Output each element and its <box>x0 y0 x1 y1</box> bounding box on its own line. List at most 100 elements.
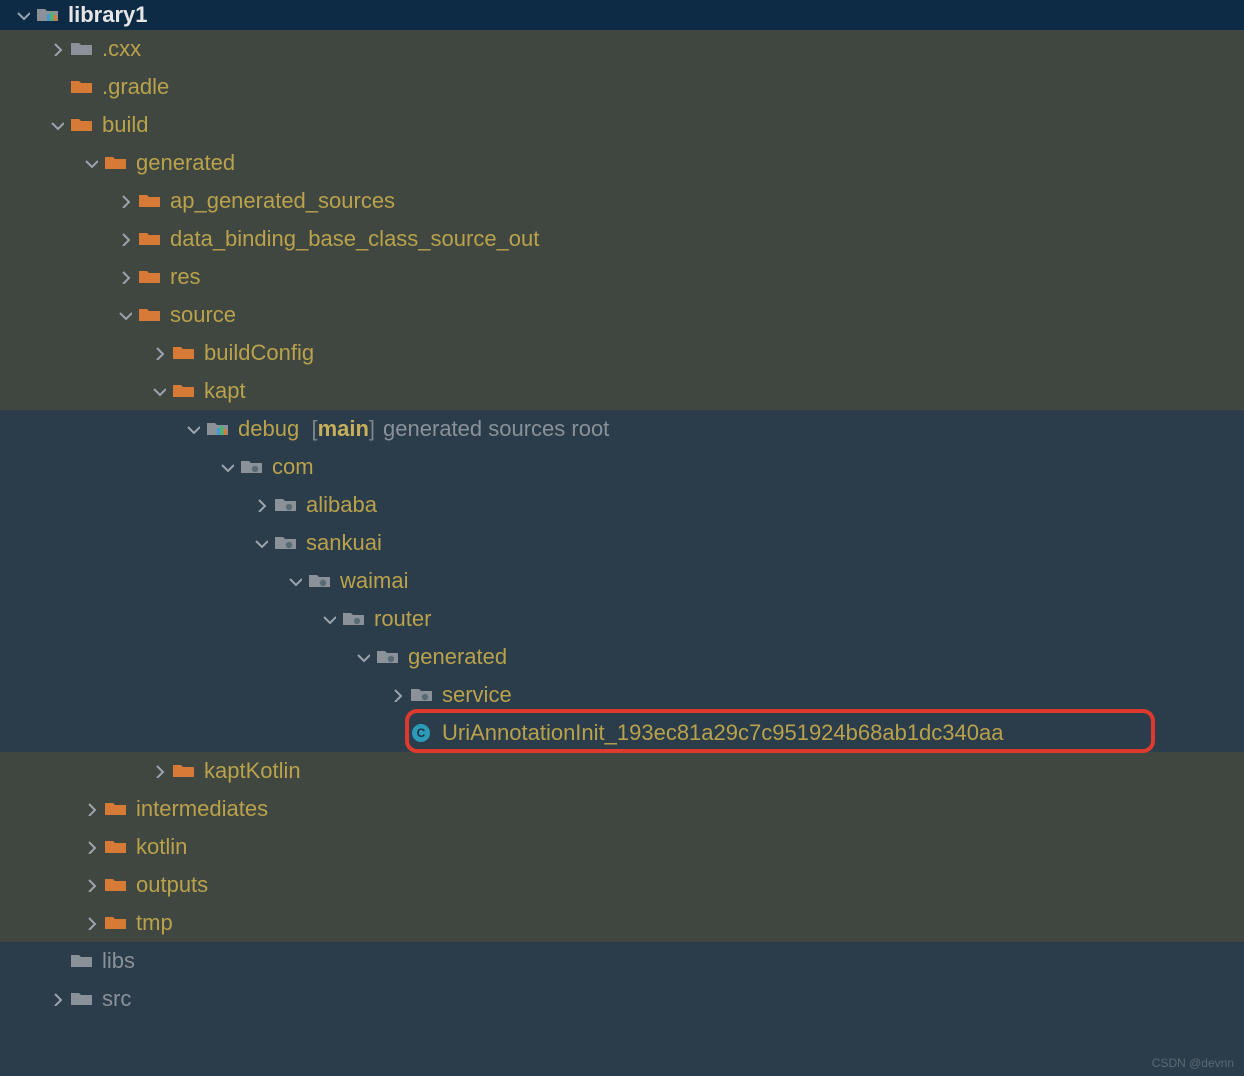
folder-label: outputs <box>136 866 208 904</box>
folder-icon <box>70 77 94 97</box>
tree-row[interactable]: build <box>0 106 1244 144</box>
tree-row[interactable]: generated <box>0 144 1244 182</box>
sources-root-suffix: generated sources root <box>383 416 609 442</box>
chevron-down-icon[interactable] <box>14 6 32 24</box>
sourceset-main: main <box>318 416 369 441</box>
chevron-right-icon[interactable] <box>48 40 66 58</box>
folder-icon <box>104 153 128 173</box>
package-icon <box>376 647 400 667</box>
chevron-right-icon[interactable] <box>82 838 100 856</box>
tree-row[interactable]: kapt <box>0 372 1244 410</box>
package-label: com <box>272 448 314 486</box>
chevron-down-icon[interactable] <box>116 306 134 324</box>
folder-label: debug [main] <box>238 410 375 448</box>
folder-label: .cxx <box>102 30 141 68</box>
chevron-right-icon[interactable] <box>252 496 270 514</box>
chevron-right-icon[interactable] <box>388 686 406 704</box>
folder-icon <box>70 951 94 971</box>
chevron-down-icon[interactable] <box>252 534 270 552</box>
tree-row[interactable]: router <box>0 600 1244 638</box>
module-icon <box>36 5 60 25</box>
tree-row[interactable]: src <box>0 980 1244 1018</box>
tree-row[interactable]: buildConfig <box>0 334 1244 372</box>
folder-icon <box>104 875 128 895</box>
chevron-down-icon[interactable] <box>218 458 236 476</box>
tree-row[interactable]: kotlin <box>0 828 1244 866</box>
chevron-right-icon[interactable] <box>150 344 168 362</box>
tree-row[interactable]: ap_generated_sources <box>0 182 1244 220</box>
folder-label: libs <box>102 942 135 980</box>
folder-icon <box>172 381 196 401</box>
package-icon <box>274 495 298 515</box>
tree-row[interactable]: service <box>0 676 1244 714</box>
folder-label: data_binding_base_class_source_out <box>170 220 539 258</box>
folder-icon <box>70 115 94 135</box>
chevron-down-icon[interactable] <box>150 382 168 400</box>
chevron-right-icon[interactable] <box>48 990 66 1008</box>
package-label: router <box>374 600 431 638</box>
folder-label: source <box>170 296 236 334</box>
package-label: alibaba <box>306 486 377 524</box>
project-tree: library1 .cxx .gradle build generated ap… <box>0 0 1244 1018</box>
tree-row[interactable]: res <box>0 258 1244 296</box>
folder-icon <box>138 191 162 211</box>
folder-icon <box>138 305 162 325</box>
tree-row[interactable]: .cxx <box>0 30 1244 68</box>
tree-row[interactable]: libs <box>0 942 1244 980</box>
package-label: generated <box>408 638 507 676</box>
tree-row-file[interactable]: UriAnnotationInit_193ec81a29c7c951924b68… <box>0 714 1244 752</box>
tree-row[interactable]: outputs <box>0 866 1244 904</box>
tree-row[interactable]: waimai <box>0 562 1244 600</box>
chevron-right-icon[interactable] <box>82 914 100 932</box>
bracket-close: ] <box>369 416 375 441</box>
tree-row[interactable]: generated <box>0 638 1244 676</box>
chevron-right-icon[interactable] <box>116 192 134 210</box>
module-icon <box>206 419 230 439</box>
class-file-label: UriAnnotationInit_193ec81a29c7c951924b68… <box>442 714 1003 752</box>
tree-row[interactable]: com <box>0 448 1244 486</box>
chevron-right-icon[interactable] <box>82 800 100 818</box>
folder-label: src <box>102 980 131 1018</box>
folder-label: kapt <box>204 372 246 410</box>
package-label: sankuai <box>306 524 382 562</box>
chevron-right-icon[interactable] <box>82 876 100 894</box>
package-icon <box>240 457 264 477</box>
folder-icon <box>70 39 94 59</box>
folder-label: build <box>102 106 148 144</box>
folder-label: ap_generated_sources <box>170 182 395 220</box>
package-icon <box>410 685 434 705</box>
package-icon <box>342 609 366 629</box>
chevron-right-icon[interactable] <box>150 762 168 780</box>
chevron-right-icon[interactable] <box>116 268 134 286</box>
folder-label: .gradle <box>102 68 169 106</box>
tree-row[interactable]: data_binding_base_class_source_out <box>0 220 1244 258</box>
tree-row[interactable]: alibaba <box>0 486 1244 524</box>
folder-icon <box>172 343 196 363</box>
folder-label: generated <box>136 144 235 182</box>
package-label: waimai <box>340 562 408 600</box>
chevron-down-icon[interactable] <box>320 610 338 628</box>
tree-row[interactable]: .gradle <box>0 68 1244 106</box>
tree-row[interactable]: tmp <box>0 904 1244 942</box>
chevron-down-icon[interactable] <box>354 648 372 666</box>
debug-label: debug <box>238 416 299 441</box>
package-label: service <box>442 676 512 714</box>
class-icon <box>410 723 434 743</box>
chevron-down-icon[interactable] <box>184 420 202 438</box>
folder-icon <box>138 229 162 249</box>
folder-label: res <box>170 258 201 296</box>
folder-label: kotlin <box>136 828 187 866</box>
package-icon <box>274 533 298 553</box>
chevron-right-icon[interactable] <box>116 230 134 248</box>
tree-row[interactable]: source <box>0 296 1244 334</box>
chevron-down-icon[interactable] <box>286 572 304 590</box>
tree-root-row[interactable]: library1 <box>0 0 1244 30</box>
folder-icon <box>104 837 128 857</box>
chevron-down-icon[interactable] <box>82 154 100 172</box>
tree-row[interactable]: sankuai <box>0 524 1244 562</box>
chevron-down-icon[interactable] <box>48 116 66 134</box>
tree-row[interactable]: debug [main] generated sources root <box>0 410 1244 448</box>
tree-row[interactable]: intermediates <box>0 790 1244 828</box>
root-label: library1 <box>68 0 148 34</box>
tree-row[interactable]: kaptKotlin <box>0 752 1244 790</box>
